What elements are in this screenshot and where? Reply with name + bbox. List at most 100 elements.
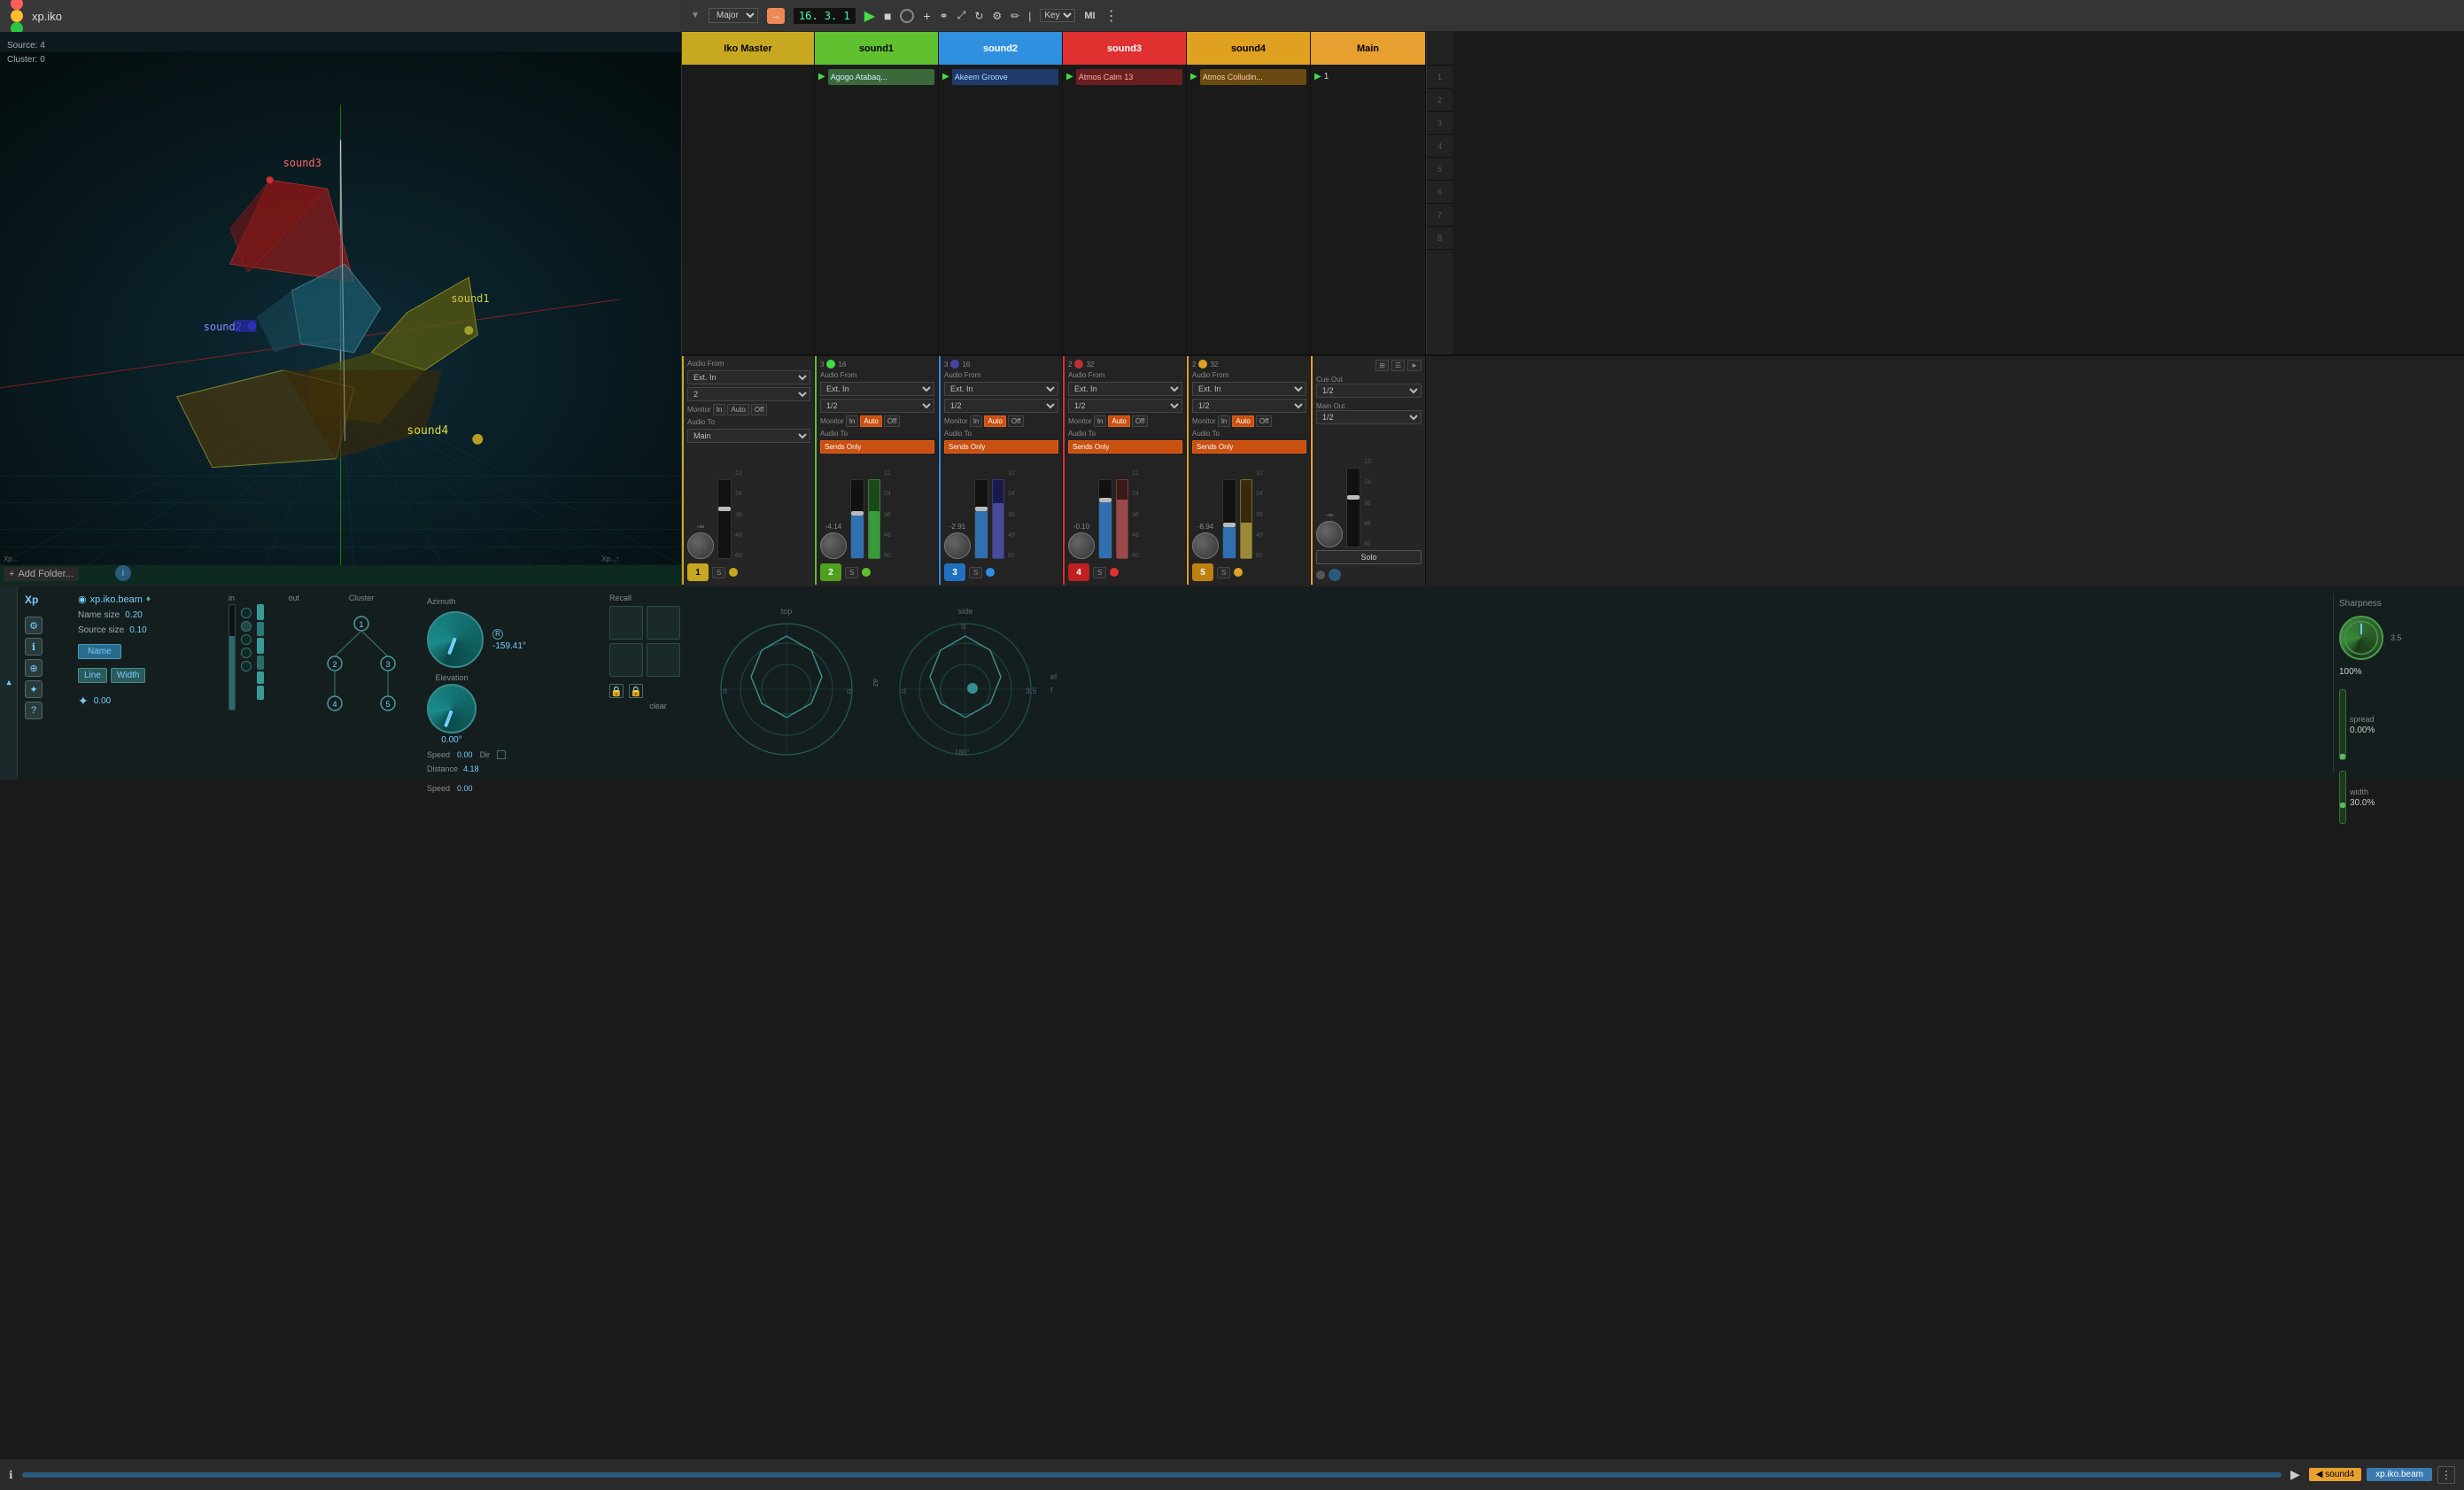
clip-play-icon[interactable]: ▶	[1066, 72, 1073, 81]
clip-sound2-7[interactable]	[939, 204, 1062, 227]
clip-sound2-1[interactable]: ▶ Akeem Groove	[939, 66, 1062, 89]
status-bars-btn[interactable]: ⋮	[2437, 1466, 2455, 1484]
clip-main-4[interactable]	[1311, 135, 1425, 158]
clip-sound3-2[interactable]	[1063, 89, 1186, 112]
dir-checkbox[interactable]	[497, 750, 506, 759]
sound1-solo-btn[interactable]: S	[845, 567, 858, 578]
clip-sound3-4[interactable]	[1063, 135, 1186, 158]
sound4-header[interactable]: sound4	[1187, 32, 1310, 66]
sound3-fader-track[interactable]	[1098, 479, 1112, 559]
settings-icon[interactable]: ⚙	[992, 10, 1002, 22]
clear-button[interactable]: clear	[609, 702, 707, 710]
clip-sound2-3[interactable]	[939, 112, 1062, 135]
sound3-mon-auto-btn[interactable]: Auto	[1108, 415, 1129, 427]
sound3-sends-only-btn[interactable]: Sends Only	[1068, 440, 1182, 454]
clip-sound4-4[interactable]	[1187, 135, 1310, 158]
clip-main-6[interactable]	[1311, 181, 1425, 204]
sound2-mon-auto-btn[interactable]: Auto	[984, 415, 1005, 427]
out-fader-6[interactable]	[257, 686, 264, 700]
recall-cell-2[interactable]	[647, 606, 680, 640]
clip-sound1-5[interactable]	[815, 158, 938, 181]
xp-help-btn[interactable]: ?	[25, 702, 43, 719]
iko-mon-in-btn[interactable]: In	[713, 404, 726, 415]
clip-sound1-6[interactable]	[815, 181, 938, 204]
out-fader-5[interactable]	[257, 671, 264, 684]
sound3-solo-btn[interactable]: S	[1093, 567, 1106, 578]
sound4-input-select[interactable]: 1/2	[1192, 399, 1306, 413]
sound3-volume-knob[interactable]	[1068, 532, 1095, 559]
line-toggle-btn[interactable]: Line	[78, 668, 107, 683]
sound1-audio-from-select[interactable]: Ext. In	[820, 382, 934, 396]
sound4-solo-btn[interactable]: S	[1217, 567, 1230, 578]
recall-cell-3[interactable]	[609, 643, 643, 677]
out-fader-3[interactable]	[257, 638, 264, 654]
xp-info-btn[interactable]: ℹ	[25, 638, 43, 656]
loop-icon[interactable]: ↻	[974, 10, 983, 22]
clip-sound1-7[interactable]	[815, 204, 938, 227]
info-button[interactable]: i	[115, 565, 131, 581]
main-send-knob[interactable]	[1329, 569, 1341, 581]
sound3-input-select[interactable]: 1/2	[1068, 399, 1182, 413]
clip-slot-iko-6[interactable]	[682, 181, 814, 204]
clip-main-3[interactable]	[1311, 112, 1425, 135]
iko-fader-track[interactable]	[717, 479, 732, 559]
expand-btn[interactable]: ►	[1407, 360, 1422, 371]
record-button[interactable]	[900, 9, 914, 23]
clip-main-8[interactable]	[1311, 227, 1425, 250]
iko-track-num[interactable]: 1	[687, 563, 709, 581]
iko-audio-to-select[interactable]: Main	[687, 429, 810, 443]
play-button[interactable]: ▶	[864, 7, 875, 25]
clip-sound4-2[interactable]	[1187, 89, 1310, 112]
clip-slot-iko-2[interactable]	[682, 89, 814, 112]
scale-select[interactable]: Major	[709, 8, 758, 23]
clip-slot-iko-1[interactable]	[682, 66, 814, 89]
sound2-solo-btn[interactable]: S	[969, 567, 982, 578]
iko-mon-auto-btn[interactable]: Auto	[727, 404, 748, 415]
main-dot[interactable]	[1316, 570, 1325, 579]
main-out-select[interactable]: 1/2	[1316, 410, 1422, 424]
iko-mon-off-btn[interactable]: Off	[751, 404, 768, 415]
out-fader-1[interactable]	[257, 604, 264, 620]
recall-cell-1[interactable]	[609, 606, 643, 640]
clip-slot-iko-5[interactable]	[682, 158, 814, 181]
grid-view-btn[interactable]: ⊞	[1375, 360, 1389, 371]
lock-btn-2[interactable]: 🔒	[629, 684, 643, 698]
sound4-audio-from-select[interactable]: Ext. In	[1192, 382, 1306, 396]
xp-compass-btn[interactable]: ✦	[25, 680, 43, 698]
clip-atmos-calm[interactable]: Atmos Calm 13	[1076, 69, 1182, 85]
sound3-track-num[interactable]: 4	[1068, 563, 1089, 581]
cue-out-select[interactable]: 1/2	[1316, 384, 1422, 398]
iko-input-select[interactable]: 2	[687, 387, 810, 401]
sound2-track-num[interactable]: 3	[944, 563, 965, 581]
clip-sound1-8[interactable]	[815, 227, 938, 250]
in-fader-1[interactable]	[229, 604, 236, 710]
sound1-volume-knob[interactable]	[820, 532, 847, 559]
window-controls[interactable]	[11, 0, 23, 35]
key-select[interactable]: Key	[1040, 9, 1075, 22]
width-slider[interactable]	[2339, 771, 2346, 824]
clip-sound2-6[interactable]	[939, 181, 1062, 204]
clip-play-icon[interactable]: ▶	[1190, 72, 1197, 81]
clip-main-1[interactable]: ▶ 1	[1311, 66, 1425, 89]
status-expand-btn[interactable]: ℹ	[9, 1469, 13, 1481]
clip-play-icon[interactable]: ▶	[818, 72, 825, 81]
clip-sound3-6[interactable]	[1063, 181, 1186, 204]
minimize-button[interactable]	[11, 10, 23, 22]
sound1-mon-off-btn[interactable]: Off	[884, 415, 901, 427]
status-sound4-label[interactable]: ◀ sound4	[2309, 1468, 2361, 1481]
close-button[interactable]	[11, 0, 23, 10]
clip-atmos-col[interactable]: Atmos Colludin...	[1200, 69, 1306, 85]
key-dropdown-arrow[interactable]: ▼	[691, 11, 700, 20]
elevation-knob[interactable]	[427, 684, 477, 733]
clip-slot-iko-8[interactable]	[682, 227, 814, 250]
sound2-audio-from-select[interactable]: Ext. In	[944, 382, 1058, 396]
list-view-btn[interactable]: ☰	[1391, 360, 1405, 371]
sound4-mon-auto-btn[interactable]: Auto	[1232, 415, 1253, 427]
sound4-track-num[interactable]: 5	[1192, 563, 1213, 581]
main-header[interactable]: Main	[1311, 32, 1425, 66]
sound4-mon-off-btn[interactable]: Off	[1256, 415, 1273, 427]
clip-sound3-3[interactable]	[1063, 112, 1186, 135]
clip-sound4-8[interactable]	[1187, 227, 1310, 250]
iko-audio-from-select[interactable]: Ext. In	[687, 370, 810, 384]
clip-sound2-4[interactable]	[939, 135, 1062, 158]
